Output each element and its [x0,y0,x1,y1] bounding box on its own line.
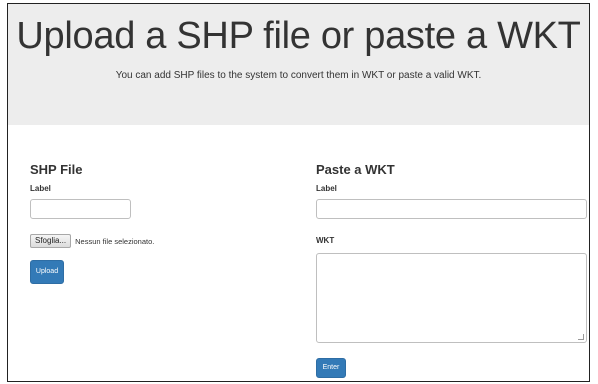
paste-wkt-heading: Paste a WKT [316,162,395,177]
upload-button[interactable]: Upload [30,260,64,284]
shp-file-heading: SHP File [30,162,83,177]
page-title: Upload a SHP file or paste a WKT [16,15,581,57]
shp-label-input[interactable] [30,199,131,219]
enter-button[interactable]: Enter [316,358,346,378]
page-subtitle: You can add SHP files to the system to c… [115,70,482,81]
wkt-label-caption: Label [316,184,337,193]
file-picker: Sfoglia... Nessun file selezionato. [30,234,290,248]
page-frame: Upload a SHP file or paste a WKT You can… [7,3,590,382]
wkt-caption: WKT [316,236,335,245]
browse-button[interactable]: Sfoglia... [30,234,72,248]
shp-label-caption: Label [30,184,51,193]
resize-grip-icon[interactable] [578,334,584,340]
paste-wkt-section: Paste a WKT Label WKT Enter [316,162,588,378]
header-jumbotron: Upload a SHP file or paste a WKT You can… [8,4,589,125]
file-status-text: Nessun file selezionato. [75,236,155,246]
wkt-label-input[interactable] [316,199,587,219]
wkt-textarea[interactable] [316,253,587,343]
shp-file-section: SHP File Label Sfoglia... Nessun file se… [30,162,290,284]
